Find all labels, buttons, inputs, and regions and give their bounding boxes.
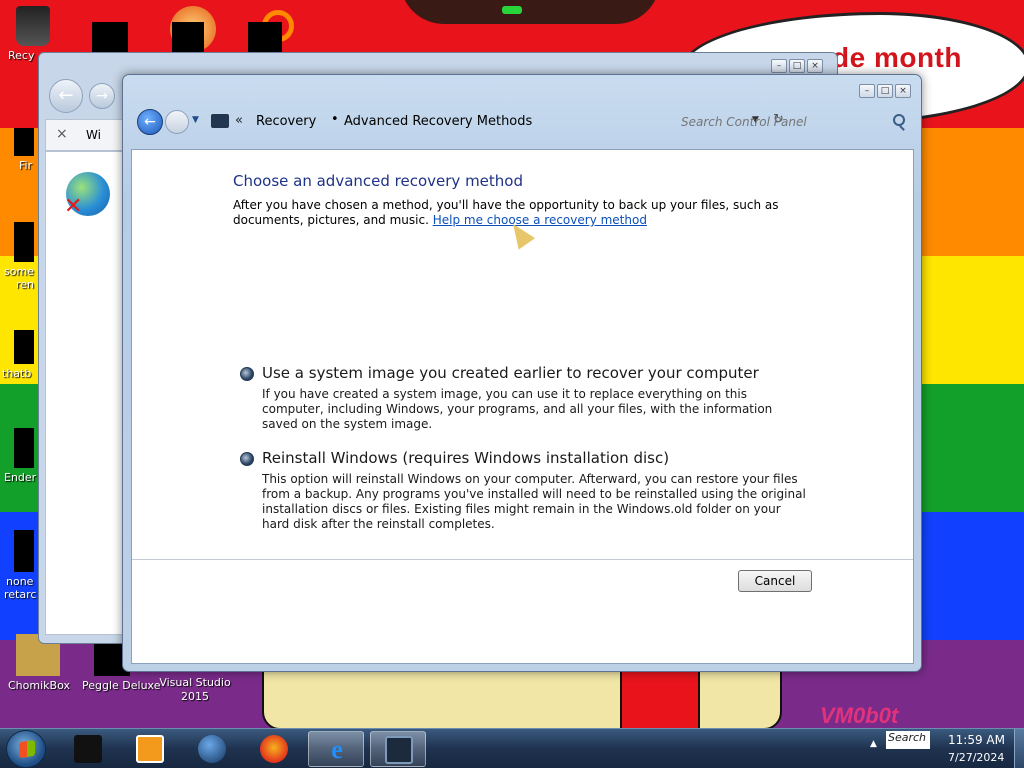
browser-back-button[interactable]: ←: [49, 79, 83, 113]
windows-logo-icon: [19, 739, 35, 759]
cancel-button[interactable]: Cancel: [738, 570, 812, 592]
taskbar-app-control-panel[interactable]: [370, 731, 426, 767]
taskbar-app-internet-explorer[interactable]: e: [308, 731, 364, 767]
option-bullet-icon: [240, 367, 254, 381]
redacted-icon: [14, 428, 34, 468]
window-caption-buttons: – □ ×: [859, 84, 911, 98]
console-icon: [74, 735, 102, 763]
option-bullet-icon: [240, 452, 254, 466]
option-title[interactable]: Use a system image you created earlier t…: [262, 364, 759, 382]
show-hidden-icons-icon[interactable]: ▲: [870, 739, 877, 749]
internet-explorer-icon: e: [331, 735, 343, 764]
minimize-button[interactable]: –: [859, 84, 875, 98]
desktop-icon-visual-studio[interactable]: Visual Studio 2015: [158, 676, 232, 704]
breadcrumb-overflow-icon[interactable]: «: [235, 113, 243, 128]
start-button[interactable]: [6, 730, 46, 768]
help-choose-recovery-link[interactable]: Help me choose a recovery method: [433, 213, 647, 227]
wallpaper-figure-head: [400, 0, 660, 24]
taskbar-app-media-player[interactable]: [122, 731, 178, 767]
breadcrumb-advanced-recovery-methods[interactable]: Advanced Recovery Methods: [344, 114, 532, 129]
show-desktop-button[interactable]: [1014, 729, 1024, 768]
search-input[interactable]: [681, 111, 881, 133]
forward-arrow-icon[interactable]: [165, 110, 189, 134]
system-tray: ▲ Search C 11:59 AM 7/27/2024: [862, 729, 1024, 768]
tray-search-field[interactable]: Search C: [886, 731, 930, 749]
redacted-icon: [14, 330, 34, 364]
redacted-icon: [14, 128, 34, 156]
firefox-icon: [260, 735, 288, 763]
divider: [132, 559, 913, 560]
breadcrumb-separator: •: [331, 112, 339, 127]
browser-tab-label: Wi: [86, 128, 101, 142]
taskbar-app-firefox[interactable]: [246, 731, 302, 767]
recycle-bin-icon: [16, 6, 50, 46]
taskbar-app-globe[interactable]: [184, 731, 240, 767]
redacted-icon: [14, 222, 34, 262]
browser-forward-button[interactable]: →: [89, 83, 115, 109]
maximize-button[interactable]: □: [877, 84, 893, 98]
desktop-icon-redacted[interactable]: [92, 22, 128, 52]
network-error-globe-icon: ✕: [64, 172, 110, 219]
minimize-button[interactable]: –: [771, 59, 787, 73]
option-description: This option will reinstall Windows on yo…: [262, 472, 806, 531]
globe-app-icon: [198, 735, 226, 763]
maximize-button[interactable]: □: [789, 59, 805, 73]
speech-bubble-text: de month: [832, 42, 962, 73]
option-description: If you have created a system image, you …: [262, 387, 773, 431]
option-title[interactable]: Reinstall Windows (requires Windows inst…: [262, 449, 669, 467]
page-heading: Choose an advanced recovery method: [233, 172, 524, 190]
breadcrumb-recovery[interactable]: Recovery: [256, 114, 316, 129]
navigation-bar: ← ▼ « Recovery • Advanced Recovery Metho…: [135, 105, 911, 141]
desktop-icon-redacted: [172, 22, 204, 52]
wallpaper-watermark: VM0b0t: [820, 703, 899, 728]
control-panel-icon: [385, 736, 413, 764]
taskbar-app-console[interactable]: [60, 731, 116, 767]
clock-date[interactable]: 7/27/2024: [948, 751, 1004, 764]
control-panel-icon: [211, 114, 229, 128]
wallpaper-figure-legs: [262, 668, 782, 730]
search-box[interactable]: [675, 109, 911, 135]
close-tab-icon[interactable]: ×: [56, 126, 68, 142]
taskbar: e ▲ Search C 11:59 AM 7/27/2024: [0, 728, 1024, 768]
search-icon[interactable]: [893, 114, 905, 126]
close-button[interactable]: ×: [895, 84, 911, 98]
back-arrow-icon[interactable]: ←: [137, 109, 163, 135]
window-caption-buttons: – □ ×: [771, 59, 823, 73]
recent-pages-dropdown-icon[interactable]: ▼: [192, 115, 199, 125]
browser-page-content: ✕: [45, 151, 133, 635]
clock-time[interactable]: 11:59 AM: [948, 733, 1005, 747]
redacted-icon: [14, 530, 34, 572]
address-bar[interactable]: « Recovery • Advanced Recovery Methods: [205, 109, 655, 135]
control-panel-window[interactable]: – □ × ← ▼ « Recovery • Advanced Recovery…: [122, 74, 922, 672]
media-player-icon: [136, 735, 164, 763]
close-button[interactable]: ×: [807, 59, 823, 73]
desktop-icon-redacted: [248, 22, 282, 52]
